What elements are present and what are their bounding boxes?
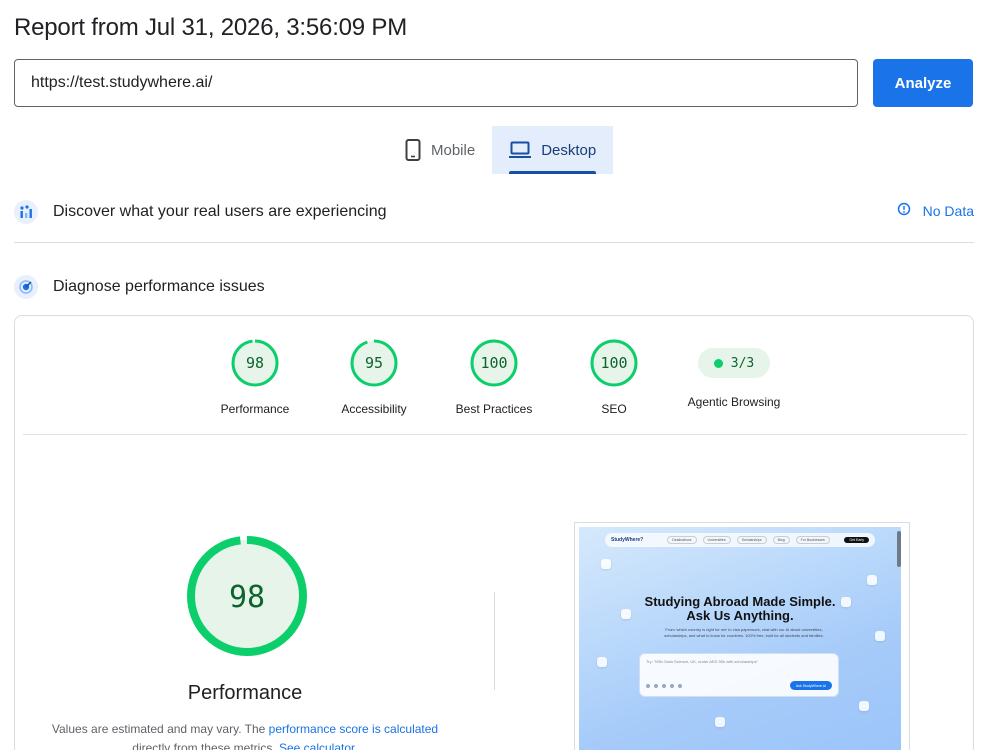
gauge-icon bbox=[14, 275, 38, 299]
screenshot-nav-link: Destinations bbox=[667, 536, 697, 544]
lab-data-label: Diagnose performance issues bbox=[53, 278, 265, 295]
screenshot-nav-link: Blog bbox=[772, 536, 790, 544]
score-label: Performance bbox=[220, 402, 290, 416]
headline-line: Studying Abroad Made Simple. bbox=[644, 594, 836, 609]
screenshot-search-box: Try: "MSc Data Science, UK, under AED 90… bbox=[639, 653, 839, 697]
floating-badge-icon bbox=[875, 631, 885, 641]
chip-icon bbox=[654, 684, 658, 688]
no-data-link[interactable]: No Data bbox=[897, 202, 974, 219]
floating-badge-icon bbox=[859, 701, 869, 711]
vertical-divider bbox=[494, 592, 495, 690]
score-seo[interactable]: 100 SEO bbox=[554, 338, 674, 416]
tab-desktop[interactable]: Desktop bbox=[492, 126, 614, 174]
screenshot-scrollbar bbox=[897, 531, 901, 567]
performance-title: Performance bbox=[187, 682, 303, 704]
score-label: SEO bbox=[601, 402, 627, 416]
screenshot-image: StudyWhere? Destinations Universities Sc… bbox=[579, 527, 901, 750]
tab-mobile[interactable]: Mobile bbox=[388, 126, 492, 174]
score-label: Best Practices bbox=[455, 402, 533, 416]
score-ring: 100 bbox=[589, 338, 639, 388]
agentic-value: 3/3 bbox=[730, 355, 755, 371]
chip-icon bbox=[646, 684, 650, 688]
screenshot-logo: StudyWhere? bbox=[611, 537, 644, 543]
score-calculated-link[interactable]: performance score is calculated bbox=[269, 722, 438, 736]
phone-icon bbox=[405, 139, 421, 161]
pass-dot-icon bbox=[713, 358, 723, 368]
users-chart-icon bbox=[14, 200, 38, 224]
svg-text:95: 95 bbox=[365, 354, 383, 372]
score-performance[interactable]: 98 Performance bbox=[195, 338, 315, 416]
floating-badge-icon bbox=[601, 559, 611, 569]
final-screenshot: StudyWhere? Destinations Universities Sc… bbox=[574, 522, 910, 750]
agentic-pill: 3/3 bbox=[698, 348, 770, 378]
note-text: directly from these metrics. bbox=[132, 741, 279, 750]
screenshot-search-button: Ask StudyWhere AI bbox=[789, 681, 832, 690]
no-data-text: No Data bbox=[922, 202, 974, 219]
info-icon bbox=[897, 202, 911, 219]
score-agentic-browsing[interactable]: 3/3 Agentic Browsing bbox=[674, 338, 794, 409]
svg-text:98: 98 bbox=[229, 580, 265, 615]
chip-icon bbox=[670, 684, 674, 688]
score-ring: 98 bbox=[230, 338, 280, 388]
see-calculator-link[interactable]: See calculator. bbox=[279, 741, 358, 750]
screenshot-headline: Studying Abroad Made Simple. Ask Us Anyt… bbox=[579, 595, 901, 623]
lab-data-section: Diagnose performance issues bbox=[14, 274, 974, 300]
score-accessibility[interactable]: 95 Accessibility bbox=[314, 338, 434, 416]
device-tabs: Mobile Desktop bbox=[388, 126, 614, 174]
score-label: Agentic Browsing bbox=[687, 395, 781, 409]
floating-badge-icon bbox=[867, 575, 877, 585]
svg-text:98: 98 bbox=[246, 354, 264, 372]
screenshot-subtext: From 'which country is right for me' to … bbox=[664, 627, 824, 638]
performance-gauge: 98 bbox=[185, 534, 309, 658]
chip-icon bbox=[662, 684, 666, 688]
url-input[interactable] bbox=[14, 59, 858, 107]
analyze-button[interactable]: Analyze bbox=[873, 59, 973, 107]
laptop-icon bbox=[509, 141, 532, 159]
screenshot-nav-link: Universities bbox=[702, 536, 731, 544]
card-divider bbox=[23, 434, 967, 435]
score-best-practices[interactable]: 100 Best Practices bbox=[434, 338, 554, 416]
lab-results-card: 98 Performance 95 Accessibility 100 Best… bbox=[14, 315, 974, 750]
chip-icon bbox=[678, 684, 682, 688]
screenshot-search-placeholder: Try: "MSc Data Science, UK, under AED 90… bbox=[646, 659, 759, 664]
score-ring: 100 bbox=[469, 338, 519, 388]
score-label: Accessibility bbox=[341, 402, 407, 416]
floating-badge-icon bbox=[715, 717, 725, 727]
section-divider bbox=[14, 242, 974, 243]
score-ring: 95 bbox=[349, 338, 399, 388]
screenshot-nav-link: For Businesses bbox=[795, 536, 830, 544]
performance-note: Values are estimated and may vary. The p… bbox=[45, 720, 445, 750]
screenshot-nav: StudyWhere? Destinations Universities Sc… bbox=[605, 533, 875, 547]
field-data-section: Discover what your real users are experi… bbox=[14, 199, 974, 225]
tab-mobile-label: Mobile bbox=[431, 141, 476, 159]
tab-desktop-label: Desktop bbox=[541, 141, 597, 159]
screenshot-nav-links: Destinations Universities Scholarships B… bbox=[667, 536, 830, 544]
screenshot-chips bbox=[646, 684, 682, 688]
svg-text:100: 100 bbox=[480, 354, 507, 372]
report-title: Report from Jul 31, 2026, 3:56:09 PM bbox=[14, 14, 408, 41]
screenshot-nav-link: Scholarships bbox=[736, 536, 767, 544]
field-data-label: Discover what your real users are experi… bbox=[53, 203, 387, 220]
svg-text:100: 100 bbox=[600, 354, 627, 372]
note-text: Values are estimated and may vary. The bbox=[51, 722, 269, 736]
screenshot-nav-cta: Get Early bbox=[844, 537, 869, 543]
headline-line: Ask Us Anything. bbox=[686, 608, 794, 623]
floating-badge-icon bbox=[597, 657, 607, 667]
